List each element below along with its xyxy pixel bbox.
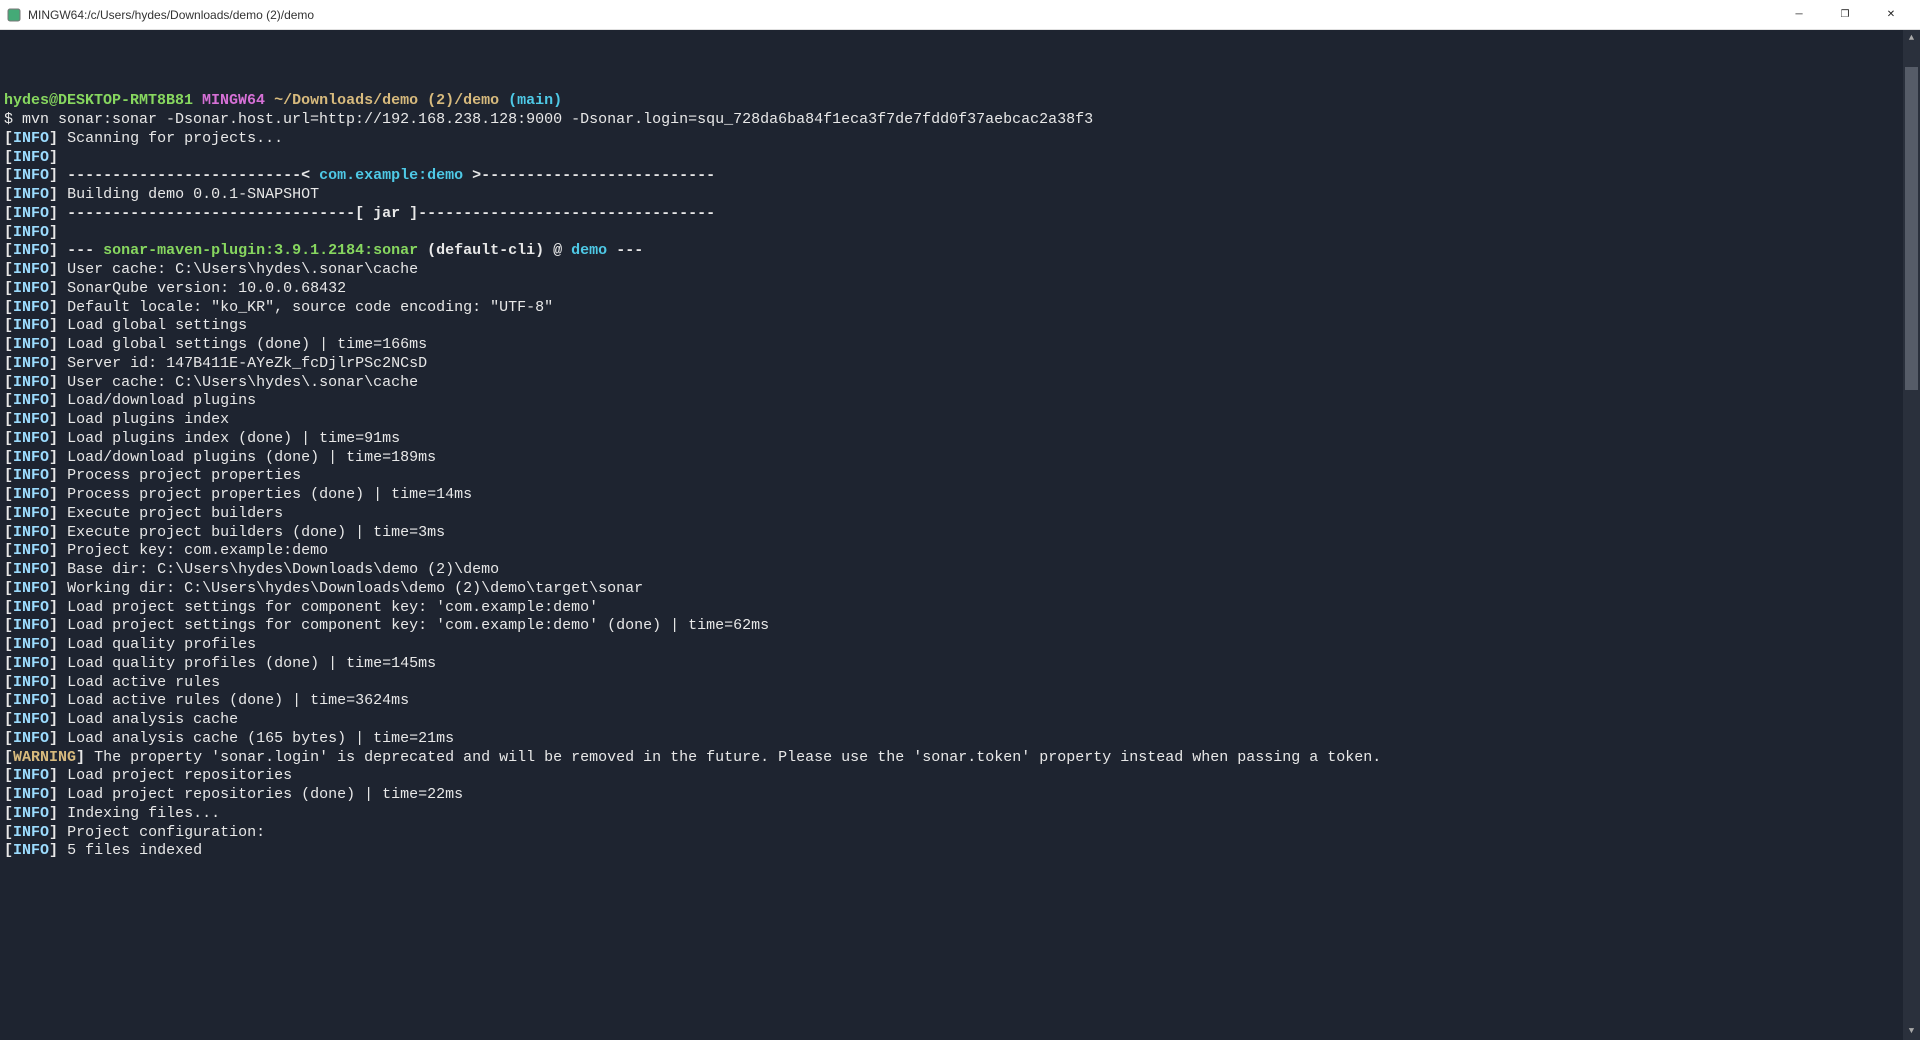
log-line: [INFO] --------------------------< com.e… [4,167,1918,186]
log-line: [INFO] Base dir: C:\Users\hydes\Download… [4,561,1918,580]
log-line: [INFO] Indexing files... [4,805,1918,824]
maximize-button[interactable]: ❐ [1822,0,1868,30]
window-controls: ─ ❐ ✕ [1776,0,1914,30]
log-line: [INFO] Load/download plugins [4,392,1918,411]
log-line: [INFO] Load active rules [4,674,1918,693]
log-line: [INFO] [4,149,1918,168]
log-line: [INFO] Load plugins index [4,411,1918,430]
log-line: [INFO] Process project properties [4,467,1918,486]
log-line: [INFO] Building demo 0.0.1-SNAPSHOT [4,186,1918,205]
log-line: [INFO] Load project settings for compone… [4,617,1918,636]
scrollbar-vertical[interactable]: ▲ ▼ [1903,30,1920,1040]
log-line: [INFO] Load global settings [4,317,1918,336]
window-title: MINGW64:/c/Users/hydes/Downloads/demo (2… [28,8,1776,22]
close-button[interactable]: ✕ [1868,0,1914,30]
command-line: $ mvn sonar:sonar -Dsonar.host.url=http:… [4,111,1918,130]
log-line: [INFO] Load analysis cache (165 bytes) |… [4,730,1918,749]
log-line: [INFO] Project key: com.example:demo [4,542,1918,561]
log-line: [INFO] --------------------------------[… [4,205,1918,224]
log-line: [INFO] 5 files indexed [4,842,1918,861]
app-icon [6,7,22,23]
terminal-viewport[interactable]: hydes@DESKTOP-RMT8B81 MINGW64 ~/Download… [0,30,1920,1040]
scroll-down-arrow[interactable]: ▼ [1903,1023,1920,1040]
log-line: [INFO] Load quality profiles [4,636,1918,655]
shell-prompt: hydes@DESKTOP-RMT8B81 MINGW64 ~/Download… [4,92,1918,111]
scroll-up-arrow[interactable]: ▲ [1903,30,1920,47]
log-line: [INFO] Server id: 147B411E-AYeZk_fcDjlrP… [4,355,1918,374]
log-line: [INFO] Default locale: "ko_KR", source c… [4,299,1918,318]
terminal-content: hydes@DESKTOP-RMT8B81 MINGW64 ~/Download… [4,74,1918,862]
log-line: [INFO] Project configuration: [4,824,1918,843]
log-line: [INFO] Execute project builders [4,505,1918,524]
log-line: [INFO] Load/download plugins (done) | ti… [4,449,1918,468]
log-line: [INFO] User cache: C:\Users\hydes\.sonar… [4,374,1918,393]
log-line: [INFO] Load quality profiles (done) | ti… [4,655,1918,674]
log-line: [INFO] Execute project builders (done) |… [4,524,1918,543]
log-line: [INFO] Scanning for projects... [4,130,1918,149]
log-line: [INFO] Load project repositories [4,767,1918,786]
minimize-button[interactable]: ─ [1776,0,1822,30]
log-line: [INFO] Load project settings for compone… [4,599,1918,618]
window-titlebar: MINGW64:/c/Users/hydes/Downloads/demo (2… [0,0,1920,30]
log-line: [INFO] Load plugins index (done) | time=… [4,430,1918,449]
log-line: [INFO] [4,224,1918,243]
log-line: [INFO] User cache: C:\Users\hydes\.sonar… [4,261,1918,280]
log-line: [INFO] Process project properties (done)… [4,486,1918,505]
log-line: [INFO] Working dir: C:\Users\hydes\Downl… [4,580,1918,599]
log-line: [WARNING] The property 'sonar.login' is … [4,749,1918,768]
log-line: [INFO] --- sonar-maven-plugin:3.9.1.2184… [4,242,1918,261]
log-line: [INFO] SonarQube version: 10.0.0.68432 [4,280,1918,299]
log-line: [INFO] Load analysis cache [4,711,1918,730]
log-line: [INFO] Load global settings (done) | tim… [4,336,1918,355]
log-line: [INFO] Load active rules (done) | time=3… [4,692,1918,711]
scroll-thumb[interactable] [1905,67,1918,390]
log-line: [INFO] Load project repositories (done) … [4,786,1918,805]
